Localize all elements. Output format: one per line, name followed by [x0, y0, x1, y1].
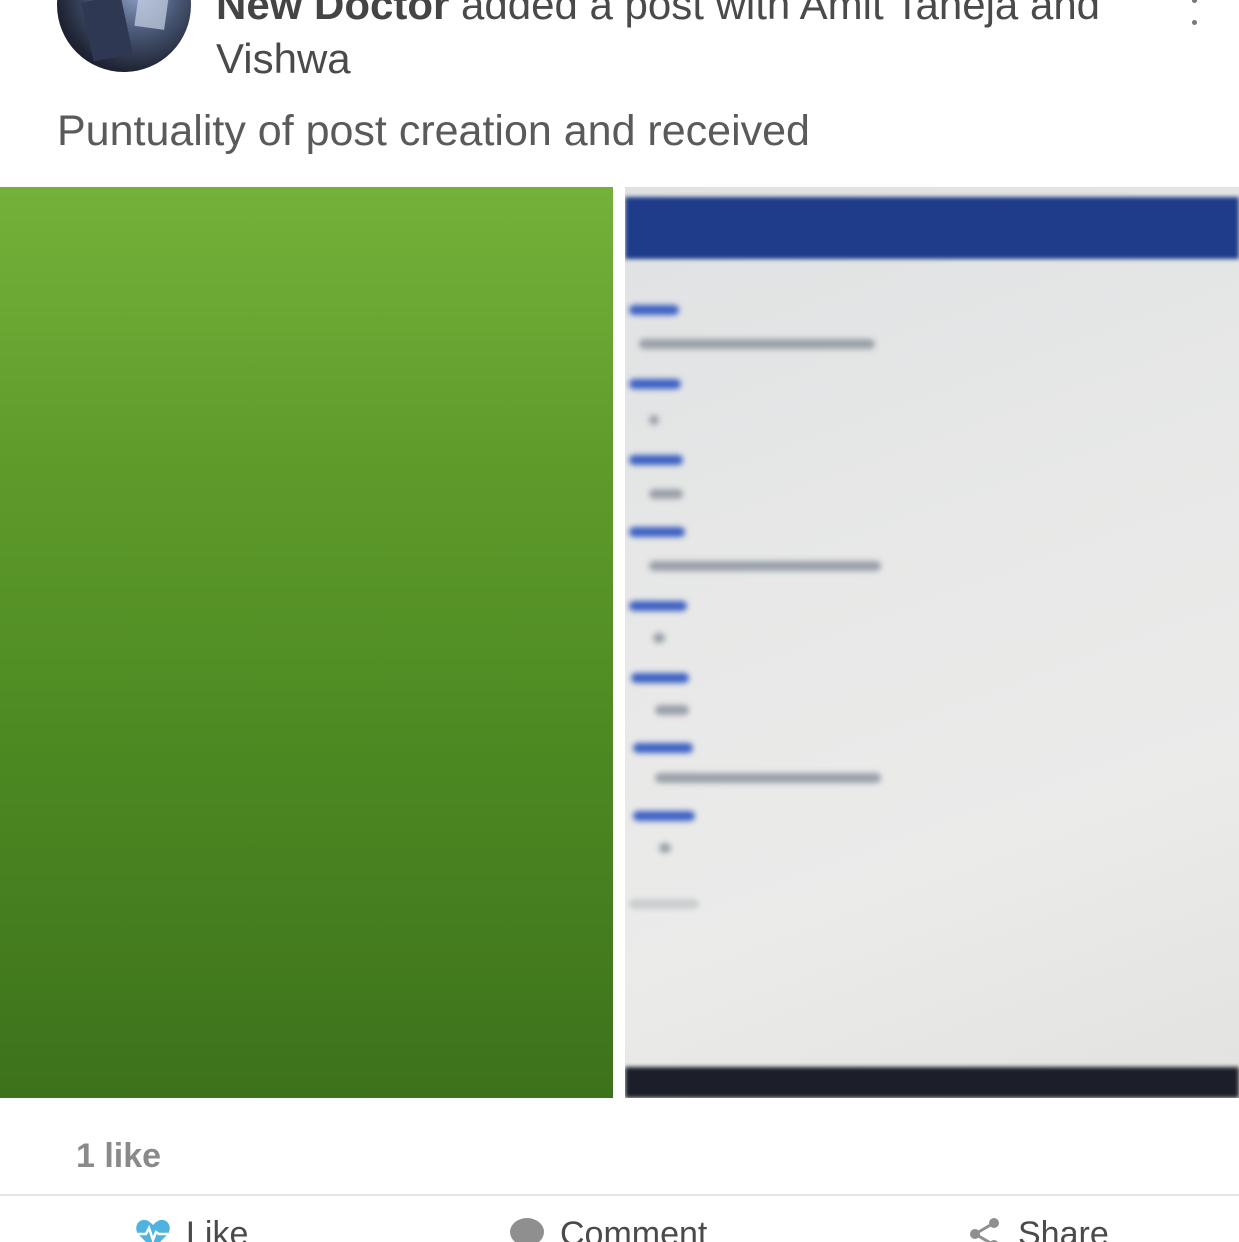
blurred-link	[631, 673, 689, 683]
share-button[interactable]: Share	[966, 1214, 1109, 1242]
blurred-text	[649, 489, 683, 499]
image-header-bar	[625, 197, 1239, 259]
divider	[0, 1194, 1239, 1196]
author-name[interactable]: New Doctor	[216, 0, 449, 28]
blurred-link	[633, 743, 693, 753]
comment-bubble-icon	[508, 1215, 546, 1242]
post-image-right[interactable]	[625, 187, 1239, 1098]
comment-label: Comment	[560, 1215, 708, 1242]
more-vertical-icon[interactable]	[1182, 0, 1206, 28]
blurred-text	[639, 339, 875, 349]
blurred-link	[629, 527, 685, 537]
author-avatar[interactable]	[57, 0, 191, 72]
share-label: Share	[1018, 1215, 1109, 1242]
more-dot	[1192, 0, 1197, 3]
blurred-text	[655, 705, 689, 715]
blurred-text	[649, 561, 881, 571]
avatar-shape	[81, 0, 133, 62]
share-icon	[966, 1215, 1004, 1242]
blurred-text	[649, 415, 659, 425]
post-body: Puntuality of post creation and received	[57, 107, 810, 155]
blurred-text	[629, 899, 699, 909]
post-header: New Doctor added a post with Amit Taneja…	[216, 0, 1116, 86]
blurred-link	[629, 601, 687, 611]
image-bottom-bar	[625, 1067, 1239, 1098]
blurred-text	[659, 843, 671, 853]
heart-pulse-icon	[134, 1215, 172, 1242]
comment-button[interactable]: Comment	[508, 1214, 707, 1242]
blurred-link	[629, 305, 679, 315]
blurred-text	[655, 773, 881, 783]
post-card: New Doctor added a post with Amit Taneja…	[0, 0, 1239, 1242]
likes-count[interactable]: 1 like	[76, 1136, 161, 1176]
like-label: Like	[186, 1215, 249, 1242]
more-dot	[1192, 20, 1197, 25]
avatar-shape	[134, 0, 170, 30]
like-button[interactable]: Like	[134, 1214, 248, 1242]
blurred-link	[629, 379, 681, 389]
blurred-link	[633, 811, 695, 821]
blurred-text	[653, 633, 665, 643]
blurred-link	[629, 455, 683, 465]
post-image-left[interactable]	[0, 187, 613, 1098]
